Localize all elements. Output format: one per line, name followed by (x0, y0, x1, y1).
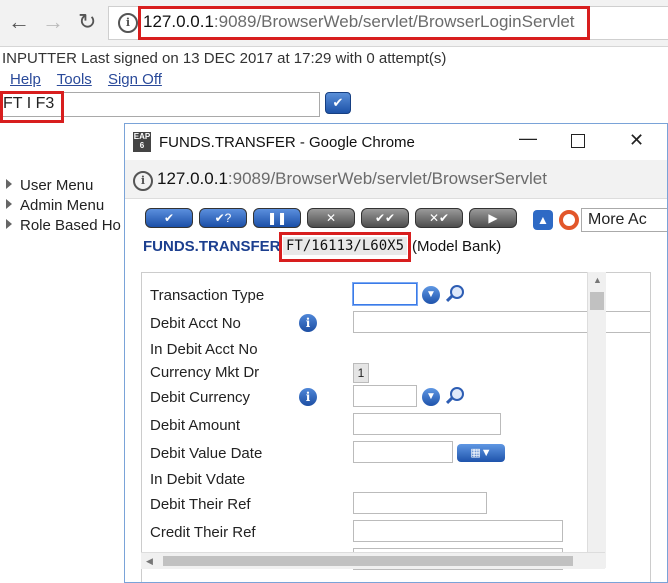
debit-value-date-input[interactable] (353, 441, 453, 463)
company-name: (Model Bank) (412, 238, 502, 255)
window-title: FUNDS.TRANSFER - Google Chrome (159, 134, 415, 151)
info-icon[interactable]: i (299, 314, 317, 332)
sidebar-item-label: User Menu (20, 177, 94, 194)
reverse-button[interactable]: ✕✔ (415, 208, 463, 228)
url-host: 127.0.0.1 (157, 169, 228, 188)
close-icon[interactable]: ✕ (629, 130, 644, 151)
reload-icon[interactable]: ↻ (78, 10, 96, 34)
vertical-scrollbar[interactable]: ▲ (587, 272, 606, 568)
form-label: Debit Amount (150, 417, 241, 434)
debit-amount-input[interactable] (353, 413, 501, 435)
scroll-left-icon[interactable]: ◀ (146, 556, 153, 567)
expand-arrow-icon (6, 179, 12, 189)
site-info-icon[interactable]: i (118, 13, 138, 33)
help-lifebuoy-icon[interactable] (559, 210, 579, 230)
form-label: Transaction Type (150, 287, 265, 304)
form-label: Credit Their Ref (150, 524, 256, 541)
expand-arrow-icon (6, 219, 12, 229)
sidebar-item-role-based[interactable]: Role Based Ho (6, 216, 121, 236)
sidebar-menu: User Menu Admin Menu Role Based Ho (6, 176, 121, 236)
application-name: FUNDS.TRANSFER (143, 238, 281, 255)
sidebar-item-label: Role Based Ho (20, 217, 121, 234)
dropdown-icon[interactable]: ▼ (422, 286, 440, 304)
credit-their-ref-input[interactable] (353, 520, 563, 542)
debit-currency-input[interactable] (353, 385, 417, 407)
more-actions-select[interactable]: More Ac (581, 208, 667, 232)
form-label: Currency Mkt Dr (150, 364, 260, 381)
dropdown-icon[interactable]: ▼ (422, 388, 440, 406)
calendar-icon[interactable]: ▦▼ (457, 444, 505, 462)
tools-link[interactable]: Tools (57, 71, 92, 88)
search-icon-handle (445, 294, 454, 303)
horizontal-scrollbar[interactable]: ◀ (141, 552, 605, 569)
site-info-icon[interactable]: i (133, 171, 153, 191)
form-label: In Debit Vdate (150, 471, 246, 488)
back-arrow-icon[interactable]: ← (8, 10, 30, 34)
currency-mkt-value: 1 (353, 363, 369, 383)
sign-off-link[interactable]: Sign Off (108, 71, 162, 88)
forward-arrow-icon[interactable]: → (42, 10, 64, 34)
search-icon[interactable] (444, 284, 468, 304)
upload-icon[interactable]: ▲ (533, 210, 553, 230)
command-highlight-box (0, 91, 64, 123)
app-icon: EAP 6 (133, 132, 151, 152)
debit-acct-input[interactable] (353, 311, 650, 333)
url-highlight-box (138, 6, 590, 40)
info-icon[interactable]: i (299, 388, 317, 406)
expand-arrow-icon (6, 199, 12, 209)
go-button[interactable]: ✔ (325, 92, 351, 114)
help-link[interactable]: Help (10, 71, 41, 88)
popup-address-text: 127.0.0.1:9089/BrowserWeb/servlet/Browse… (157, 169, 547, 189)
delete-button[interactable]: ✕ (307, 208, 355, 228)
funds-transfer-window: EAP 6 FUNDS.TRANSFER - Google Chrome — ✕… (124, 123, 668, 583)
search-icon[interactable] (444, 386, 468, 406)
txn-id-highlight-box (279, 232, 411, 262)
minimize-icon[interactable]: — (519, 128, 537, 149)
search-icon-handle (445, 396, 454, 405)
window-titlebar: EAP 6 FUNDS.TRANSFER - Google Chrome — ✕ (125, 124, 667, 160)
sidebar-item-user-menu[interactable]: User Menu (6, 176, 121, 196)
hold-button[interactable]: ❚❚ (253, 208, 301, 228)
url-path: :9089/BrowserWeb/servlet/BrowserServlet (227, 169, 547, 188)
maximize-icon[interactable] (571, 134, 585, 148)
form-label: Debit Acct No (150, 315, 241, 332)
debit-their-ref-input[interactable] (353, 492, 487, 514)
horizontal-scroll-thumb[interactable] (163, 556, 573, 566)
transaction-type-input[interactable] (353, 283, 417, 305)
authorise-button[interactable]: ✔✔ (361, 208, 409, 228)
signed-status: INPUTTER Last signed on 13 DEC 2017 at 1… (2, 50, 447, 67)
vertical-scroll-thumb[interactable] (590, 292, 604, 310)
next-button[interactable]: ▶ (469, 208, 517, 228)
form-label: In Debit Acct No (150, 341, 258, 358)
form-area: Transaction Type ▼ Debit Acct No i In De… (141, 272, 651, 582)
sidebar-item-label: Admin Menu (20, 197, 105, 214)
form-label: Debit Value Date (150, 445, 263, 462)
top-menu-links: Help Tools Sign Off (10, 71, 174, 88)
validate-button[interactable]: ✔ (145, 208, 193, 228)
sidebar-item-admin-menu[interactable]: Admin Menu (6, 196, 121, 216)
validate-query-button[interactable]: ✔? (199, 208, 247, 228)
form-label: Debit Currency (150, 389, 251, 406)
scroll-up-icon[interactable]: ▲ (593, 275, 602, 285)
form-label: Debit Their Ref (150, 496, 251, 513)
